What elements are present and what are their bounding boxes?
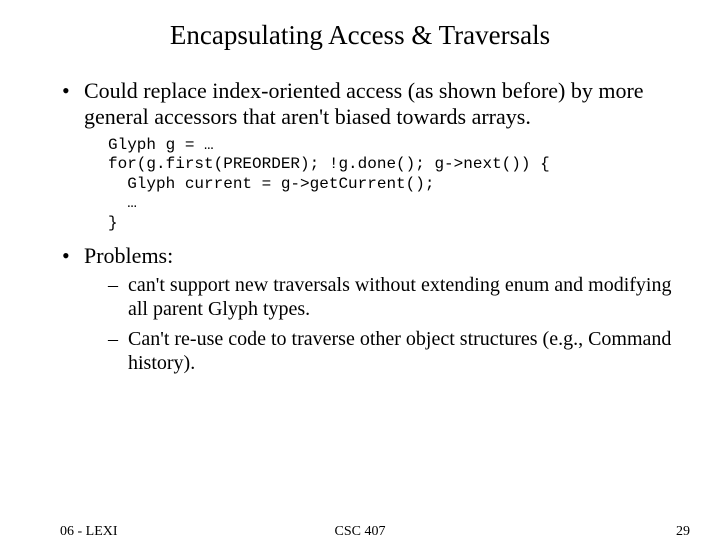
bullet-item: Problems: can't support new traversals w… [60,243,680,375]
bullet-list: Could replace index-oriented access (as … [60,78,680,375]
footer-center: CSC 407 [0,524,720,540]
bullet-text: Problems: [84,243,173,268]
sub-bullet-item: can't support new traversals without ext… [108,273,680,321]
sub-bullet-list: can't support new traversals without ext… [108,273,680,375]
slide-title: Encapsulating Access & Traversals [0,20,720,51]
bullet-text: Could replace index-oriented access (as … [84,78,644,129]
slide-content: Could replace index-oriented access (as … [60,78,680,381]
code-block: Glyph g = … for(g.first(PREORDER); !g.do… [108,136,680,234]
bullet-item: Could replace index-oriented access (as … [60,78,680,233]
sub-bullet-item: Can't re-use code to traverse other obje… [108,327,680,375]
slide: Encapsulating Access & Traversals Could … [0,0,720,540]
footer-page-number: 29 [676,524,690,540]
